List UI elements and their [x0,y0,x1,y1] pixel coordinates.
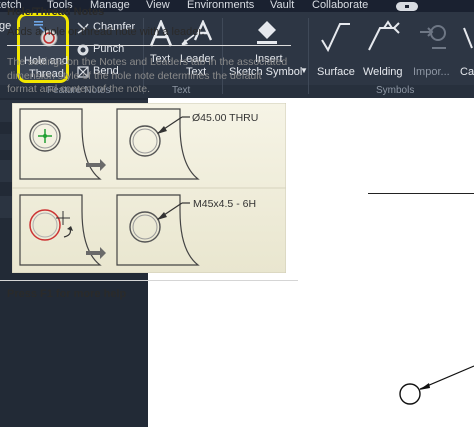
menu-item-environments[interactable]: Environments [187,0,254,11]
ribbon-divider [308,18,309,94]
tooltip-divider [0,280,298,281]
tooltip-summary: Adds a hole or thread note with a leader… [7,26,205,38]
chevron-down-icon[interactable]: ▼ [300,66,308,75]
tooltip-illustration: Ø45.00 THRU M45x4.5 - 6H [12,103,286,273]
welding-symbol-icon [368,20,400,51]
cut-off-label-right: Ca [460,66,474,78]
surface-button[interactable]: Surface [312,18,358,82]
menu-item-collaborate[interactable]: Collaborate [312,0,368,11]
tooltip-title: Hole/Thread Notes [7,6,105,18]
surface-symbol-icon [321,23,350,53]
menu-item-view[interactable]: View [146,0,170,11]
surface-label: Surface [317,66,355,78]
drawing-border-line [368,193,474,194]
drawing-hole-leader [399,365,474,405]
thread-note-text: M45x4.5 - 6H [193,198,256,210]
import-label: Impor... [413,66,450,78]
panel-label-symbols: Symbols [376,85,415,96]
tooltip-divider [7,45,291,46]
welding-label: Welding [363,66,403,78]
tooltip-help-hint: Press F1 for more help [7,288,127,300]
menu-item-vault[interactable]: Vault [270,0,294,11]
import-button[interactable]: Impor... [410,18,456,82]
hole-note-text: Ø45.00 THRU [192,112,258,124]
tooltip-detail: The settings on the Notes and Leaders ta… [7,56,288,95]
cut-off-button-right[interactable]: Ca [458,18,474,82]
caterpillar-icon [463,27,473,49]
account-toggle[interactable] [396,2,418,11]
welding-button[interactable]: Welding [360,18,408,82]
sketch-symbol-icon [257,21,277,44]
import-symbol-icon [420,25,446,49]
